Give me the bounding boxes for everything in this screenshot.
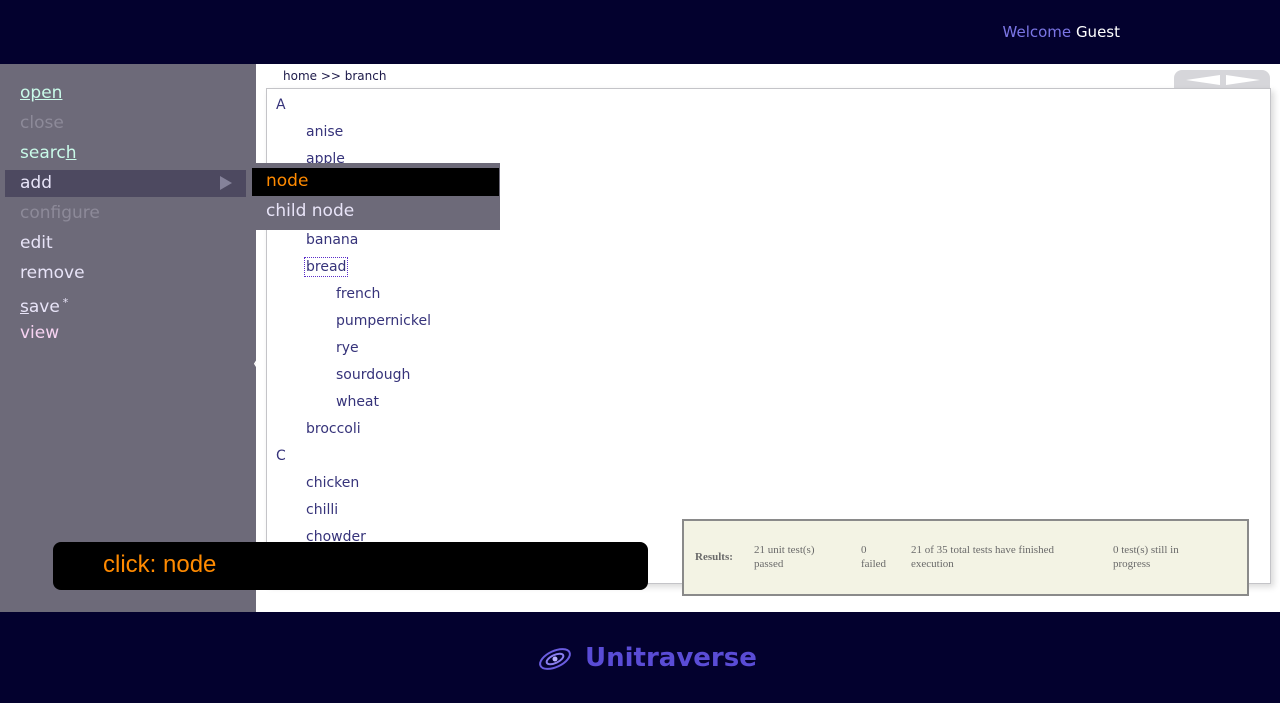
welcome-text: Welcome Guest bbox=[1003, 23, 1120, 41]
tree-item-child[interactable]: pumpernickel bbox=[336, 313, 431, 329]
sidebar: open close search add configure edit rem… bbox=[0, 64, 263, 612]
results-passed: 21 unit test(s) passed bbox=[754, 543, 815, 571]
tree-group-label[interactable]: C bbox=[276, 448, 286, 464]
test-results-panel: Results: 21 unit test(s) passed 0 failed… bbox=[682, 519, 1249, 596]
menu-item-save[interactable]: save * bbox=[20, 292, 68, 318]
welcome-label: Welcome bbox=[1002, 23, 1072, 41]
menu-item-search-label: searc bbox=[20, 143, 66, 163]
menu-item-search[interactable]: search bbox=[20, 142, 76, 164]
results-total: 21 of 35 total tests have finished execu… bbox=[911, 543, 1054, 571]
passed-label: passed bbox=[754, 558, 784, 570]
failed-label: failed bbox=[861, 558, 887, 570]
galaxy-logo-icon bbox=[539, 648, 571, 670]
action-caption-text: click: node bbox=[103, 551, 217, 578]
tree-item-child[interactable]: sourdough bbox=[336, 367, 410, 383]
results-label: Results: bbox=[695, 551, 733, 563]
collapse-sidebar-icon[interactable]: 〈 bbox=[241, 347, 263, 379]
top-header: Welcome Guest bbox=[0, 0, 1280, 64]
add-submenu: node child node bbox=[252, 163, 500, 230]
menu-item-add-row[interactable]: add bbox=[5, 170, 246, 197]
tree-item-child[interactable]: rye bbox=[336, 340, 359, 356]
tree-item-child[interactable]: wheat bbox=[336, 394, 379, 410]
brand-name[interactable]: Unitraverse bbox=[585, 643, 757, 673]
menu-item-close[interactable]: close bbox=[20, 112, 64, 134]
nav-back-icon[interactable] bbox=[1186, 75, 1220, 85]
tree-group-label[interactable]: A bbox=[276, 97, 286, 113]
menu-item-save-hotkey: s bbox=[20, 297, 29, 317]
menu-item-edit[interactable]: edit bbox=[20, 232, 53, 254]
user-name[interactable]: Guest bbox=[1076, 23, 1120, 41]
tree-item[interactable]: anise bbox=[306, 124, 343, 140]
menu-item-view[interactable]: view bbox=[20, 322, 59, 344]
total-line-1: 21 of 35 total tests have finished bbox=[911, 544, 1054, 556]
action-caption: click: node bbox=[53, 542, 648, 590]
menu-item-open[interactable]: open bbox=[20, 82, 62, 104]
total-line-2: execution bbox=[911, 558, 954, 570]
progress-line-1: 0 test(s) still in bbox=[1113, 544, 1179, 556]
results-failed: 0 failed bbox=[861, 543, 886, 571]
menu-item-save-label: ave bbox=[28, 297, 60, 317]
submenu-arrow-icon bbox=[220, 176, 232, 190]
tree-item[interactable]: chicken bbox=[306, 475, 359, 491]
tree-item[interactable]: banana bbox=[306, 232, 358, 248]
tree-item[interactable]: broccoli bbox=[306, 421, 361, 437]
passed-count: 21 unit test(s) bbox=[754, 544, 815, 556]
results-in-progress: 0 test(s) still in progress bbox=[1113, 543, 1179, 571]
failed-count: 0 bbox=[861, 544, 867, 556]
menu-item-add: add bbox=[20, 173, 52, 193]
tree-item[interactable]: chilli bbox=[306, 502, 338, 518]
breadcrumb[interactable]: home >> branch bbox=[283, 69, 386, 83]
history-nav bbox=[1174, 70, 1270, 90]
menu-item-search-hotkey: h bbox=[65, 143, 77, 163]
menu-item-configure[interactable]: configure bbox=[20, 202, 100, 224]
submenu-item-child-node[interactable]: child node bbox=[266, 201, 354, 221]
submenu-item-node-label: node bbox=[266, 171, 309, 191]
progress-line-2: progress bbox=[1113, 558, 1151, 570]
nav-forward-icon[interactable] bbox=[1226, 75, 1260, 85]
tree-item-selected[interactable]: bread bbox=[303, 257, 349, 277]
submenu-item-node[interactable]: node bbox=[252, 168, 499, 196]
menu-item-remove[interactable]: remove bbox=[20, 262, 85, 284]
unsaved-indicator: * bbox=[62, 296, 69, 309]
tree-item-child[interactable]: french bbox=[336, 286, 380, 302]
footer: Unitraverse bbox=[0, 612, 1280, 703]
